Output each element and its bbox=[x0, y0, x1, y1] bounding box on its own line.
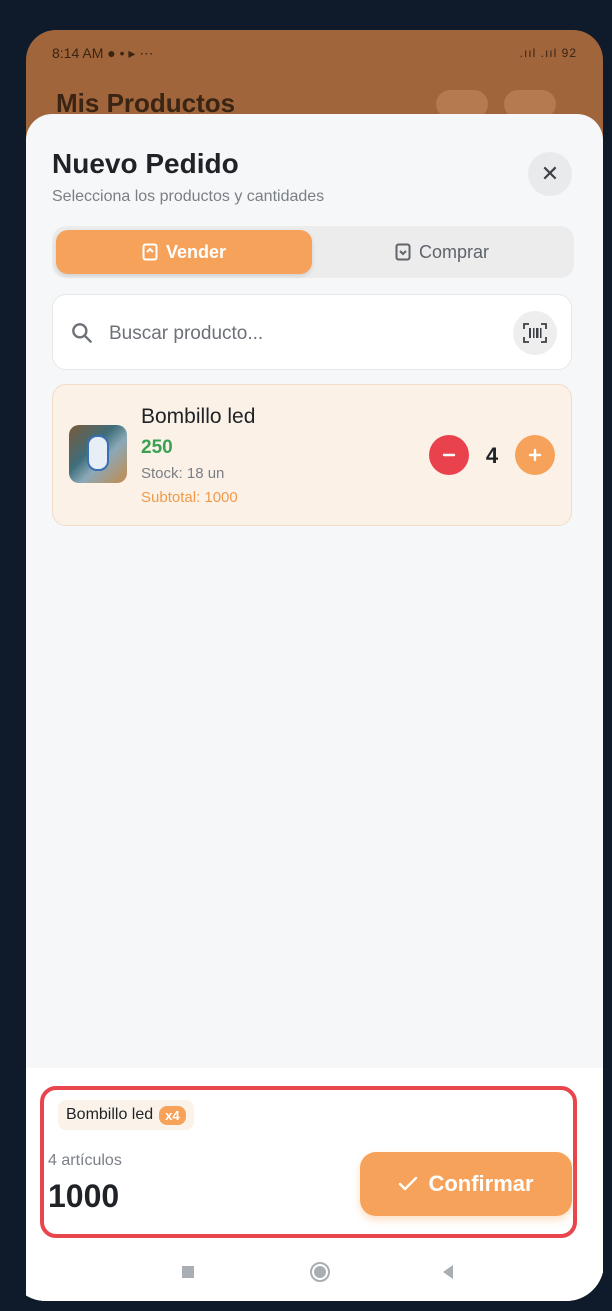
search-input[interactable] bbox=[107, 313, 491, 355]
system-nav-bar bbox=[26, 1244, 603, 1301]
tab-comprar-label: Comprar bbox=[418, 241, 489, 262]
order-summary: Bombillo led x4 4 artículos 1000 Confirm… bbox=[40, 1086, 577, 1238]
product-stock: Stock: 18 un bbox=[141, 465, 225, 482]
check-icon bbox=[399, 1176, 418, 1191]
chip-label: Bombillo led bbox=[66, 1106, 154, 1123]
dialog-title: Nuevo Pedido bbox=[52, 148, 239, 179]
document-icon bbox=[395, 243, 411, 261]
tab-vender-label: Vender bbox=[165, 241, 227, 262]
recent-apps-button[interactable] bbox=[176, 1260, 200, 1284]
product-name: Bombillo led bbox=[141, 405, 256, 428]
screen: 8:14 AM ● • ▸ ⋯ .ııl .ııl 92 Mis Product… bbox=[26, 30, 603, 1301]
home-button[interactable] bbox=[308, 1260, 332, 1284]
close-icon: ✕ bbox=[540, 161, 560, 186]
back-triangle-icon bbox=[443, 1265, 453, 1279]
selected-item-chip: Bombillo led x4 bbox=[58, 1100, 194, 1130]
plus-icon bbox=[528, 448, 542, 462]
back-button[interactable] bbox=[436, 1260, 460, 1284]
confirm-button[interactable]: Confirmar bbox=[360, 1152, 572, 1216]
confirm-label: Confirmar bbox=[428, 1171, 534, 1196]
chip-quantity-badge: x4 bbox=[159, 1105, 186, 1125]
circle-icon bbox=[310, 1262, 330, 1282]
status-bar: 8:14 AM ● • ▸ ⋯ .ııl .ııl 92 bbox=[26, 30, 603, 76]
decrease-quantity-button[interactable] bbox=[429, 435, 469, 475]
dialog-subtitle: Selecciona los productos y cantidades bbox=[52, 188, 325, 205]
tab-vender[interactable]: Vender bbox=[56, 230, 312, 274]
status-time: 8:14 AM ● • ▸ ⋯ bbox=[52, 44, 154, 61]
increase-quantity-button[interactable] bbox=[515, 435, 555, 475]
document-icon bbox=[142, 243, 158, 261]
product-price: 250 bbox=[141, 437, 173, 458]
search-icon bbox=[72, 323, 92, 343]
status-signal-battery: .ııl .ııl 92 bbox=[519, 46, 577, 60]
product-subtotal: Subtotal: 1000 bbox=[141, 489, 238, 506]
order-total: 1000 bbox=[48, 1178, 120, 1214]
square-icon bbox=[182, 1266, 194, 1278]
items-count: 4 artículos bbox=[48, 1152, 122, 1169]
barcode-scan-icon bbox=[523, 323, 547, 343]
search-bar bbox=[52, 294, 572, 370]
minus-icon bbox=[442, 453, 456, 457]
quantity-value: 4 bbox=[485, 443, 499, 468]
order-type-tabs: Vender Comprar bbox=[52, 226, 574, 278]
product-card: Bombillo led 250 Stock: 18 un Subtotal: … bbox=[52, 384, 572, 526]
barcode-scan-button[interactable] bbox=[513, 311, 557, 355]
close-button[interactable]: ✕ bbox=[528, 152, 572, 196]
product-thumbnail bbox=[69, 425, 127, 483]
phone-frame: 8:14 AM ● • ▸ ⋯ .ııl .ııl 92 Mis Product… bbox=[8, 10, 604, 1301]
tab-comprar[interactable]: Comprar bbox=[314, 230, 570, 274]
